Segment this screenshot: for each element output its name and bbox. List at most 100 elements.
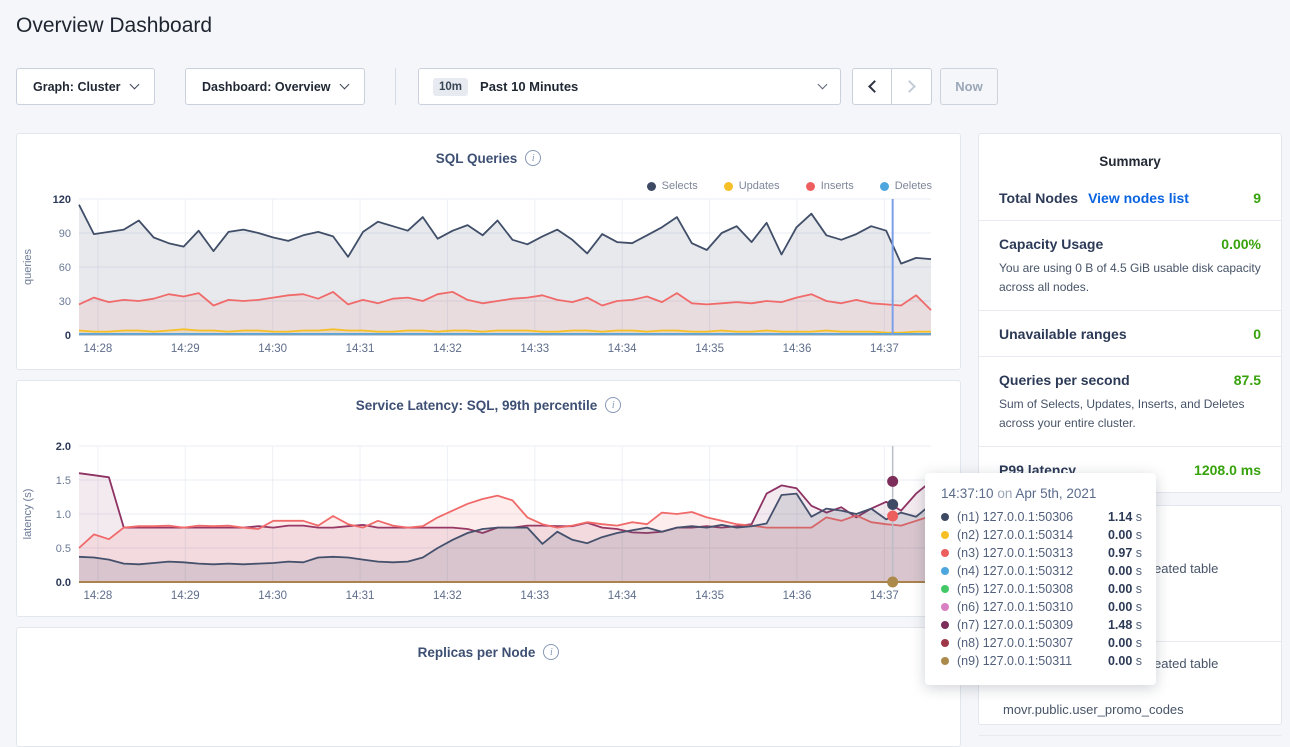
dashboard-dropdown-label: Dashboard: Overview: [202, 80, 331, 94]
info-icon[interactable]: [605, 397, 621, 413]
svg-text:14:30: 14:30: [258, 590, 287, 602]
chevron-down-icon: [339, 80, 349, 90]
summary-panel: Summary Total Nodes View nodes list 9 Ca…: [978, 133, 1282, 493]
tooltip-node-label: (n6) 127.0.0.1:50310: [957, 600, 1073, 614]
node-color-dot-icon: [941, 585, 949, 593]
time-range-picker[interactable]: 10m Past 10 Minutes: [418, 68, 841, 105]
tooltip-node-value: 0.00 s: [1108, 654, 1142, 668]
summary-label: Queries per second: [999, 372, 1130, 388]
svg-text:1.5: 1.5: [56, 475, 71, 487]
chart-title-replicas: Replicas per Node: [418, 645, 536, 660]
tooltip-node-row: (n5) 127.0.0.1:503080.00 s: [941, 580, 1142, 598]
service-latency-panel: Service Latency: SQL, 99th percentile 14…: [16, 380, 961, 617]
toolbar-divider: [395, 68, 396, 105]
chart-title-service-latency: Service Latency: SQL, 99th percentile: [356, 398, 598, 413]
summary-value: 0: [1253, 326, 1261, 342]
tooltip-node-value: 1.48 s: [1108, 618, 1142, 632]
now-button[interactable]: Now: [940, 68, 998, 105]
tooltip-node-label: (n1) 127.0.0.1:50306: [957, 510, 1073, 524]
node-color-dot-icon: [941, 549, 949, 557]
summary-row-capacity-usage: Capacity Usage 0.00% You are using 0 B o…: [979, 221, 1281, 311]
summary-row-qps: Queries per second 87.5 Sum of Selects, …: [979, 357, 1281, 447]
svg-text:0.0: 0.0: [56, 577, 71, 589]
view-nodes-list-link[interactable]: View nodes list: [1088, 190, 1189, 206]
dashboard-dropdown[interactable]: Dashboard: Overview: [185, 68, 365, 105]
tooltip-node-label: (n3) 127.0.0.1:50313: [957, 546, 1073, 560]
tooltip-node-label: (n8) 127.0.0.1:50307: [957, 636, 1073, 650]
node-color-dot-icon: [941, 567, 949, 575]
info-icon[interactable]: [525, 150, 541, 166]
summary-row-unavailable-ranges: Unavailable ranges 0: [979, 311, 1281, 357]
tooltip-node-value: 0.00 s: [1108, 636, 1142, 650]
service-latency-chart[interactable]: 14:28 14:29 14:30 14:31 14:32 14:33 14:34 14:35…: [17, 418, 960, 621]
chevron-left-icon: [868, 80, 881, 93]
svg-text:14:30: 14:30: [258, 343, 287, 355]
summary-label: Total Nodes: [999, 190, 1078, 206]
replicas-panel: Replicas per Node: [16, 627, 961, 747]
summary-row-total-nodes: Total Nodes View nodes list 9: [979, 175, 1281, 221]
node-color-dot-icon: [941, 639, 949, 647]
tooltip-node-row: (n7) 127.0.0.1:50309 1.48 s: [941, 616, 1142, 634]
tooltip-node-label: (n4) 127.0.0.1:50312: [957, 564, 1073, 578]
graph-dropdown-label: Graph: Cluster: [33, 80, 121, 94]
svg-text:14:34: 14:34: [608, 343, 637, 355]
svg-text:14:35: 14:35: [695, 590, 724, 602]
tooltip-node-label: (n7) 127.0.0.1:50309: [957, 618, 1073, 632]
sql-queries-chart[interactable]: 14:2814:2914:3014:3114:3214:3314:3414:35…: [17, 171, 960, 374]
chevron-down-icon: [818, 80, 828, 90]
svg-text:60: 60: [59, 262, 71, 274]
tooltip-node-row: (n9) 127.0.0.1:50311 0.00 s: [941, 652, 1142, 670]
tooltip-node-row: (n2) 127.0.0.1:50314 0.00 s: [941, 526, 1142, 544]
svg-text:14:31: 14:31: [346, 343, 375, 355]
svg-text:30: 30: [59, 296, 71, 308]
svg-text:14:34: 14:34: [608, 590, 637, 602]
tooltip-timestamp: 14:37:10 on Apr 5th, 2021: [941, 486, 1142, 501]
svg-text:14:29: 14:29: [171, 343, 200, 355]
time-range-badge: 10m: [433, 78, 468, 96]
svg-text:latency (s): latency (s): [22, 489, 34, 540]
time-next-button[interactable]: [892, 68, 932, 105]
time-prev-button[interactable]: [852, 68, 892, 105]
svg-text:1.0: 1.0: [56, 509, 71, 521]
svg-text:14:36: 14:36: [783, 343, 812, 355]
event-text-line2: movr.public.user_promo_codes: [1003, 700, 1261, 721]
summary-value: 87.5: [1234, 372, 1261, 388]
tooltip-node-value: 0.00 s: [1108, 528, 1142, 542]
node-color-dot-icon: [941, 621, 949, 629]
tooltip-node-row: (n3) 127.0.0.1:50313 0.97 s: [941, 544, 1142, 562]
tooltip-node-label: (n2) 127.0.0.1:50314: [957, 528, 1073, 542]
graph-dropdown[interactable]: Graph: Cluster: [16, 68, 155, 105]
node-color-dot-icon: [941, 513, 949, 521]
tooltip-node-value: 0.00 s: [1108, 582, 1142, 596]
tooltip-node-row: (n8) 127.0.0.1:50307 0.00 s: [941, 634, 1142, 652]
tooltip-node-value: 1.14 s: [1108, 510, 1142, 524]
svg-text:14:31: 14:31: [346, 590, 375, 602]
svg-text:14:35: 14:35: [695, 343, 724, 355]
chevron-right-icon: [903, 80, 916, 93]
chart-title-sql-queries: SQL Queries: [436, 151, 518, 166]
tooltip-node-value: 0.00 s: [1108, 600, 1142, 614]
time-range-label: Past 10 Minutes: [480, 79, 807, 94]
sql-queries-panel: SQL Queries SelectsUpdatesInsertsDeletes…: [16, 133, 961, 370]
tooltip-node-value: 0.97 s: [1108, 546, 1142, 560]
page-title: Overview Dashboard: [16, 14, 212, 38]
svg-text:14:33: 14:33: [520, 343, 549, 355]
chevron-down-icon: [129, 80, 139, 90]
svg-text:0.5: 0.5: [56, 543, 71, 555]
node-color-dot-icon: [941, 603, 949, 611]
summary-value: 9: [1253, 190, 1261, 206]
svg-text:14:32: 14:32: [433, 590, 462, 602]
chart-hover-tooltip: 14:37:10 on Apr 5th, 2021 (n1) 127.0.0.1…: [925, 473, 1156, 685]
summary-value: 0.00%: [1221, 236, 1261, 252]
toolbar: Graph: Cluster: [16, 68, 155, 105]
summary-value: 1208.0 ms: [1194, 462, 1261, 478]
svg-text:14:28: 14:28: [84, 590, 113, 602]
svg-text:14:29: 14:29: [171, 590, 200, 602]
tooltip-node-label: (n9) 127.0.0.1:50311: [957, 654, 1072, 668]
node-color-dot-icon: [941, 531, 949, 539]
svg-text:14:33: 14:33: [520, 590, 549, 602]
summary-desc: You are using 0 B of 4.5 GiB usable disk…: [999, 259, 1261, 296]
tooltip-node-row: (n1) 127.0.0.1:50306 1.14 s: [941, 508, 1142, 526]
svg-text:90: 90: [59, 228, 71, 240]
info-icon[interactable]: [543, 644, 559, 660]
